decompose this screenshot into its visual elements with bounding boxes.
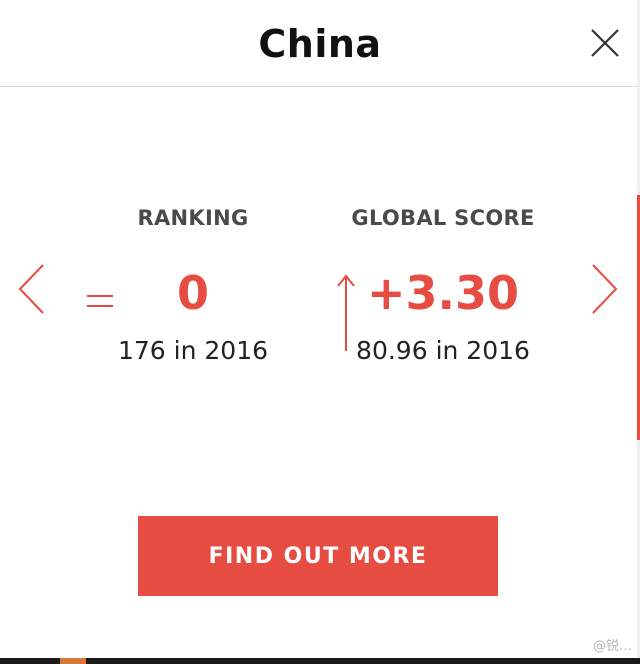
close-button[interactable] — [590, 28, 620, 58]
close-icon — [591, 29, 619, 57]
watermark: @锐… — [592, 639, 632, 654]
ranking-label: RANKING — [137, 206, 249, 230]
global-score-change: +3.30 — [366, 266, 520, 320]
global-score-label: GLOBAL SCORE — [351, 206, 535, 230]
find-out-more-button[interactable]: FIND OUT MORE — [138, 516, 498, 596]
chevron-right-icon — [592, 264, 618, 314]
global-score-previous: 80.96 in 2016 — [356, 336, 530, 365]
map-strip — [0, 658, 640, 664]
map-strip-accent — [60, 658, 86, 664]
country-title: China — [258, 22, 382, 66]
previous-country-button[interactable] — [17, 263, 45, 315]
chevron-left-icon — [18, 264, 44, 314]
ranking-change: 0 — [176, 266, 209, 320]
popup-header: China — [0, 0, 640, 87]
next-country-button[interactable] — [591, 263, 619, 315]
country-popup: China RANKING 0 176 in 2016 GLOBAL SCORE… — [0, 0, 640, 664]
ranking-previous: 176 in 2016 — [117, 336, 269, 365]
